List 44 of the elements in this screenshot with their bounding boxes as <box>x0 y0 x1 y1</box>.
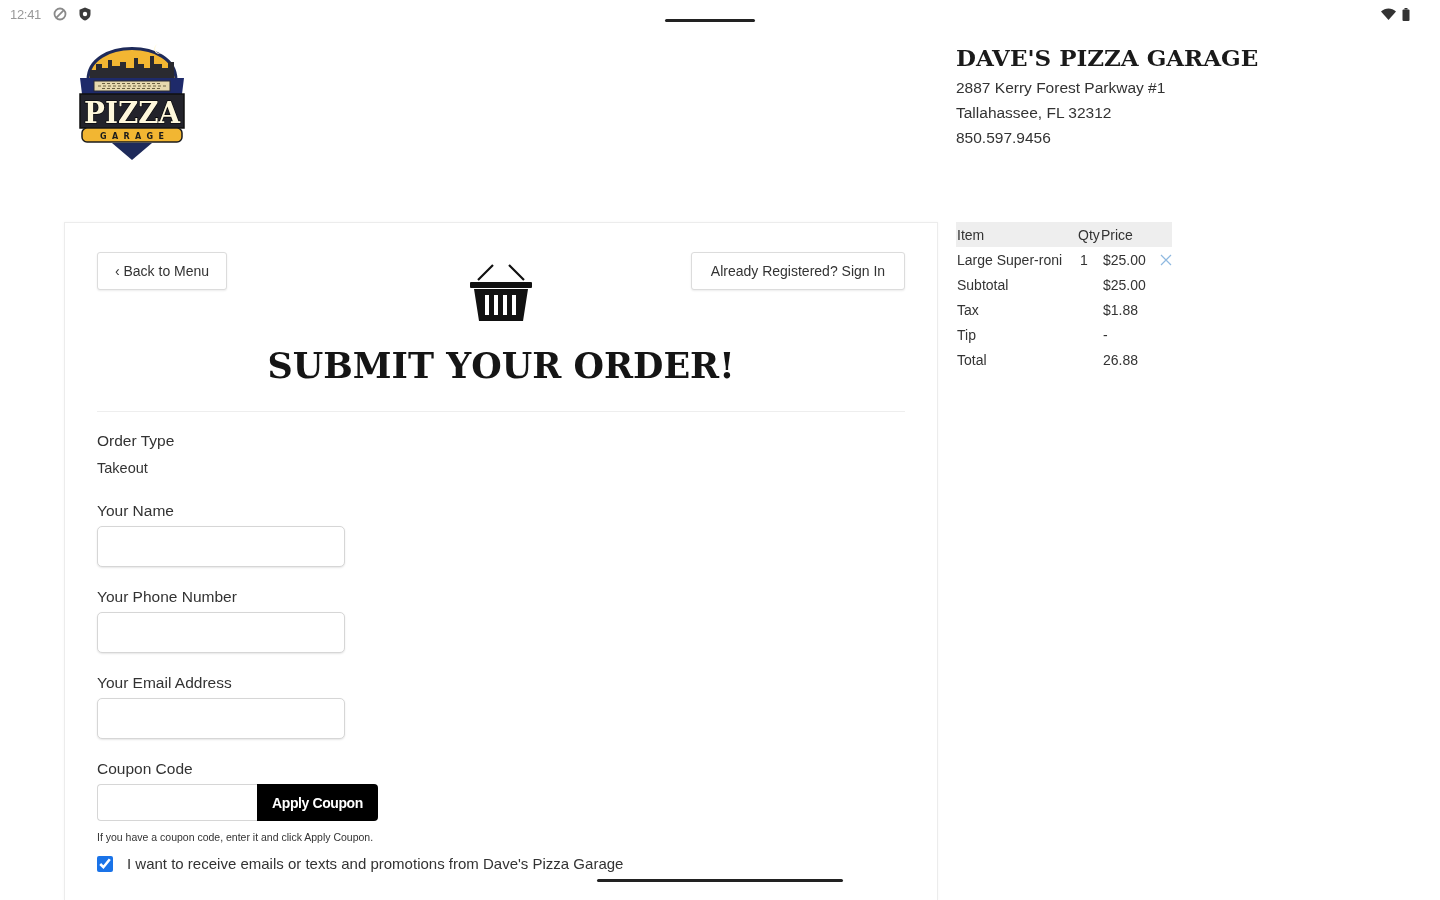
address-line: Tallahassee, FL 32312 <box>956 103 1113 123</box>
input-field[interactable] <box>97 698 345 739</box>
field-label: Coupon Code <box>97 759 193 779</box>
sign-in-button[interactable]: Already Registered? Sign In <box>691 252 905 290</box>
circle-slash-icon <box>53 7 68 21</box>
field-label: Order Type <box>97 431 175 451</box>
field-label: Your Email Address <box>97 673 232 693</box>
input-field[interactable] <box>97 612 345 653</box>
order-type-value: Takeout <box>97 459 148 478</box>
basket-icon <box>469 263 533 321</box>
close-icon[interactable] <box>1160 253 1172 266</box>
address-line: 2887 Kerry Forest Parkway #1 <box>956 78 1167 98</box>
table-cell-text: 1 <box>1079 251 1089 268</box>
table-cell-text: Tip <box>956 326 977 343</box>
logo-text: PIZZA <box>84 95 186 130</box>
table-cell-text: Large Super-roni <box>956 251 1064 268</box>
table-cell-text: $25.00 <box>1102 276 1147 293</box>
wifi-icon <box>1381 8 1396 20</box>
apply-coupon-button[interactable]: Apply Coupon <box>257 784 378 821</box>
column-header: Qty <box>1078 226 1101 243</box>
table-cell-text: Subtotal <box>956 276 1010 293</box>
back-to-menu-button[interactable]: ‹ Back to Menu <box>97 252 227 290</box>
help-text: If you have a coupon code, enter it and click Apply Coupon. <box>97 831 374 843</box>
address-line: 850.597.9456 <box>956 128 1052 148</box>
table-cell-text: $25.00 <box>1102 251 1147 268</box>
logo-text: GARAGE <box>100 131 164 141</box>
field-label: Your Phone Number <box>97 587 237 607</box>
restaurant-name: DAVE'S PIZZA GARAGE <box>956 44 1260 72</box>
shield-icon <box>79 7 92 21</box>
page-title: SUBMIT YOUR ORDER! <box>266 344 736 388</box>
table-cell-text: Tax <box>956 301 980 318</box>
checkbox[interactable] <box>97 856 113 872</box>
status-time: 12:41 <box>10 6 42 22</box>
coupon-field[interactable] <box>97 784 257 821</box>
input-field[interactable] <box>97 526 345 567</box>
column-header: Item <box>956 226 986 243</box>
field-label: Your Name <box>97 501 174 521</box>
table-cell-text: $1.88 <box>1102 301 1140 318</box>
table-cell-text: 26.88 <box>1102 351 1140 368</box>
battery-icon <box>1402 7 1410 21</box>
column-header: Price <box>1101 226 1134 243</box>
checkbox-label: I want to receive emails or texts and promotions from Dave's Pizza Garage <box>127 854 624 874</box>
table-cell-text: Total <box>956 351 988 368</box>
table-cell-text: - <box>1102 326 1109 343</box>
